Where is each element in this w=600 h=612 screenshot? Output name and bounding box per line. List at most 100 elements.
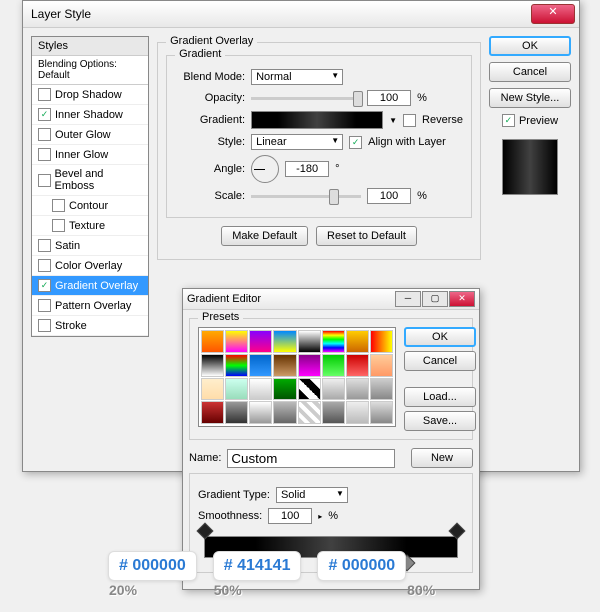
opacity-input[interactable]: 100 bbox=[367, 90, 411, 106]
angle-input[interactable]: -180 bbox=[285, 161, 329, 177]
new-button[interactable]: New bbox=[411, 448, 473, 468]
preset-swatch[interactable] bbox=[201, 378, 224, 401]
preset-grid[interactable] bbox=[198, 327, 396, 427]
preset-swatch[interactable] bbox=[298, 330, 321, 353]
editor-cancel-button[interactable]: Cancel bbox=[404, 351, 476, 371]
preset-swatch[interactable] bbox=[273, 354, 296, 377]
preset-swatch[interactable] bbox=[249, 354, 272, 377]
gradient-type-select[interactable]: Solid bbox=[276, 487, 348, 503]
editor-ok-button[interactable]: OK bbox=[404, 327, 476, 347]
preset-swatch[interactable] bbox=[322, 401, 345, 424]
callout: # 41414150% bbox=[213, 551, 302, 581]
checkbox[interactable] bbox=[38, 148, 51, 161]
preset-swatch[interactable] bbox=[298, 378, 321, 401]
preset-swatch[interactable] bbox=[298, 354, 321, 377]
style-outer-glow[interactable]: Outer Glow bbox=[32, 125, 148, 145]
style-texture[interactable]: Texture bbox=[32, 216, 148, 236]
preset-swatch[interactable] bbox=[225, 354, 248, 377]
opacity-slider[interactable] bbox=[251, 97, 361, 100]
styles-header[interactable]: Styles bbox=[32, 37, 148, 56]
load-button[interactable]: Load... bbox=[404, 387, 476, 407]
checkbox[interactable] bbox=[52, 199, 65, 212]
preset-swatch[interactable] bbox=[298, 401, 321, 424]
opacity-stop[interactable] bbox=[197, 523, 214, 540]
checkbox[interactable] bbox=[38, 174, 51, 187]
preset-swatch[interactable] bbox=[322, 354, 345, 377]
preset-swatch[interactable] bbox=[225, 378, 248, 401]
checkbox[interactable] bbox=[38, 239, 51, 252]
align-checkbox[interactable]: ✓ bbox=[349, 136, 362, 149]
preset-swatch[interactable] bbox=[370, 330, 393, 353]
style-contour[interactable]: Contour bbox=[32, 196, 148, 216]
preset-swatch[interactable] bbox=[273, 401, 296, 424]
ok-button[interactable]: OK bbox=[489, 36, 571, 56]
preset-swatch[interactable] bbox=[225, 401, 248, 424]
preset-swatch[interactable] bbox=[201, 330, 224, 353]
minimize-icon[interactable]: ─ bbox=[395, 291, 421, 307]
opacity-stop[interactable] bbox=[449, 523, 466, 540]
preset-swatch[interactable] bbox=[273, 378, 296, 401]
preset-swatch[interactable] bbox=[346, 330, 369, 353]
checkbox[interactable] bbox=[38, 299, 51, 312]
style-inner-glow[interactable]: Inner Glow bbox=[32, 145, 148, 165]
preset-swatch[interactable] bbox=[346, 401, 369, 424]
preset-swatch[interactable] bbox=[322, 330, 345, 353]
reverse-checkbox[interactable] bbox=[403, 114, 416, 127]
preset-swatch[interactable] bbox=[249, 330, 272, 353]
checkbox[interactable] bbox=[38, 319, 51, 332]
checkbox[interactable] bbox=[38, 88, 51, 101]
preset-swatch[interactable] bbox=[322, 378, 345, 401]
preset-swatch[interactable] bbox=[249, 401, 272, 424]
name-input[interactable] bbox=[227, 449, 395, 468]
preset-swatch[interactable] bbox=[201, 354, 224, 377]
style-gradient-overlay[interactable]: ✓Gradient Overlay bbox=[32, 276, 148, 296]
style-bevel[interactable]: Bevel and Emboss bbox=[32, 165, 148, 196]
checkbox[interactable] bbox=[38, 259, 51, 272]
callout: # 00000080% bbox=[317, 551, 406, 581]
style-label: Style: bbox=[175, 136, 245, 148]
preview-swatch bbox=[502, 139, 558, 195]
scale-slider[interactable] bbox=[251, 195, 361, 198]
style-satin[interactable]: Satin bbox=[32, 236, 148, 256]
titlebar[interactable]: Layer Style ✕ bbox=[23, 1, 579, 28]
preset-swatch[interactable] bbox=[346, 378, 369, 401]
close-icon[interactable]: ✕ bbox=[449, 291, 475, 307]
style-stroke[interactable]: Stroke bbox=[32, 316, 148, 336]
checkbox[interactable] bbox=[38, 128, 51, 141]
maximize-icon[interactable]: ▢ bbox=[422, 291, 448, 307]
callout: # 00000020% bbox=[108, 551, 197, 581]
close-icon[interactable]: ✕ bbox=[531, 4, 575, 24]
preset-swatch[interactable] bbox=[370, 401, 393, 424]
preset-swatch[interactable] bbox=[201, 401, 224, 424]
panel-title: Gradient Overlay bbox=[166, 35, 257, 47]
make-default-button[interactable]: Make Default bbox=[221, 226, 308, 246]
smoothness-input[interactable]: 100 bbox=[268, 508, 312, 524]
cancel-button[interactable]: Cancel bbox=[489, 62, 571, 82]
new-style-button[interactable]: New Style... bbox=[489, 88, 571, 108]
style-pattern-overlay[interactable]: Pattern Overlay bbox=[32, 296, 148, 316]
gradient-picker[interactable] bbox=[251, 111, 383, 129]
preset-swatch[interactable] bbox=[225, 330, 248, 353]
checkbox[interactable] bbox=[52, 219, 65, 232]
preset-swatch[interactable] bbox=[249, 378, 272, 401]
style-drop-shadow[interactable]: Drop Shadow bbox=[32, 85, 148, 105]
chevron-icon[interactable]: ▸ bbox=[318, 512, 322, 521]
editor-titlebar[interactable]: Gradient Editor ─ ▢ ✕ bbox=[183, 289, 479, 310]
style-inner-shadow[interactable]: ✓Inner Shadow bbox=[32, 105, 148, 125]
chevron-down-icon[interactable]: ▼ bbox=[389, 116, 397, 125]
preview-checkbox[interactable]: ✓ bbox=[502, 114, 515, 127]
blending-options[interactable]: Blending Options: Default bbox=[32, 56, 148, 85]
scale-input[interactable]: 100 bbox=[367, 188, 411, 204]
checkbox[interactable]: ✓ bbox=[38, 279, 51, 292]
preset-swatch[interactable] bbox=[273, 330, 296, 353]
preset-swatch[interactable] bbox=[370, 378, 393, 401]
reset-default-button[interactable]: Reset to Default bbox=[316, 226, 417, 246]
blend-mode-select[interactable]: Normal bbox=[251, 69, 343, 85]
style-select[interactable]: Linear bbox=[251, 134, 343, 150]
preset-swatch[interactable] bbox=[346, 354, 369, 377]
style-color-overlay[interactable]: Color Overlay bbox=[32, 256, 148, 276]
checkbox[interactable]: ✓ bbox=[38, 108, 51, 121]
preset-swatch[interactable] bbox=[370, 354, 393, 377]
angle-dial[interactable] bbox=[251, 155, 279, 183]
save-button[interactable]: Save... bbox=[404, 411, 476, 431]
